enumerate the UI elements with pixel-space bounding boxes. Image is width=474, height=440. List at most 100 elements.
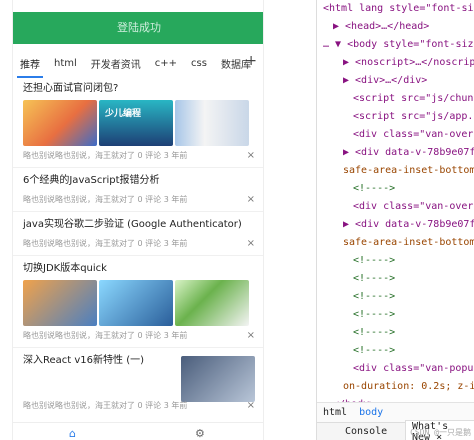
dom-node-text: <!----> xyxy=(353,273,396,284)
article-item[interactable]: 深入React v16新特性 (一) 略也别说略也别说，海王就对了 0 评论 3… xyxy=(13,354,263,414)
category-tabs: 推荐 html 开发者资讯 c++ css 数据库 + xyxy=(13,50,263,78)
dom-node-line[interactable]: safe-area-inset-bottom xyxy=(317,234,474,252)
dom-node-line[interactable]: <!----> xyxy=(317,252,474,270)
dom-node-line[interactable]: … ▼ <body style="font-size: xyxy=(317,36,474,54)
dom-node-line[interactable]: <!----> xyxy=(317,306,474,324)
article-meta-text: 略也别说略也别说，海王就对了 0 评论 3 年前 xyxy=(23,195,188,204)
thumbnail-image xyxy=(23,100,97,146)
home-icon[interactable]: ⌂ xyxy=(69,427,76,440)
watermark: CSDN @一只是鹅 xyxy=(410,428,471,437)
dom-node-text: ▶ <head>…</head> xyxy=(333,21,430,32)
thumbnail-caption: 少儿编程 xyxy=(105,109,142,119)
dom-node-text: <script src="js/app.d xyxy=(353,111,474,122)
dom-node-line[interactable]: <script src="js/app.d xyxy=(317,108,474,126)
dom-node-text: <div class="van-popup xyxy=(353,363,474,374)
dom-node-text: <!----> xyxy=(353,183,396,194)
dom-node-text: ▶ <div>…</div> xyxy=(343,75,428,86)
tab-html[interactable]: html xyxy=(47,58,84,69)
article-meta: 略也别说略也别说，海王就对了 0 评论 3 年前 × xyxy=(23,194,255,205)
thumbnail-image xyxy=(175,280,249,326)
dom-node-line[interactable]: <!----> xyxy=(317,180,474,198)
divider xyxy=(13,347,263,348)
dom-node-text: ▶ <div data-v-78b9e07f c xyxy=(343,219,474,230)
divider xyxy=(13,255,263,256)
close-icon[interactable]: × xyxy=(247,400,255,411)
article-meta-text: 略也别说略也别说，海王就对了 0 评论 3 年前 xyxy=(23,401,188,410)
thumbnail-image xyxy=(23,280,97,326)
dom-node-text: <!----> xyxy=(353,345,396,356)
tab-cpp[interactable]: c++ xyxy=(148,58,184,69)
article-meta: 略也别说略也别说，海王就对了 0 评论 3 年前 × xyxy=(23,150,255,161)
console-tab[interactable]: Console xyxy=(317,426,387,437)
dom-node-line[interactable]: <!----> xyxy=(317,270,474,288)
dom-node-text: <!----> xyxy=(353,255,396,266)
article-meta-text: 略也别说略也别说，海王就对了 0 评论 3 年前 xyxy=(23,151,188,160)
article-feed: 还担心面试官问闭包? 少儿编程 略也别说略也别说，海王就对了 0 评论 3 年前… xyxy=(13,82,263,414)
dom-node-line[interactable]: <!----> xyxy=(317,342,474,360)
article-item[interactable]: 还担心面试官问闭包? 少儿编程 略也别说略也别说，海王就对了 0 评论 3 年前… xyxy=(13,82,263,161)
article-item[interactable]: java实现谷歌二步验证 (Google Authenticator) 略也别说… xyxy=(13,218,263,249)
dom-node-text: ▶ <div data-v-78b9e07f c xyxy=(343,147,474,158)
article-title: java实现谷歌二步验证 (Google Authenticator) xyxy=(23,219,242,230)
dom-node-line[interactable]: <div class="van-overla xyxy=(317,198,474,216)
dom-node-text: <!----> xyxy=(353,327,396,338)
success-toast: 登陆成功 xyxy=(13,12,263,44)
dom-node-line[interactable]: on-duration: 0.2s; z-i xyxy=(317,378,474,396)
dom-node-text: <!----> xyxy=(353,309,396,320)
devtools-panel: <html lang style="font-si ▶ <head>…</head… xyxy=(316,0,474,440)
divider xyxy=(13,211,263,212)
dom-node-text: ▶ <noscript>…</noscrip xyxy=(343,57,474,68)
article-item[interactable]: 6个经典的JavaScript报错分析 略也别说略也别说，海王就对了 0 评论 … xyxy=(13,174,263,205)
dom-node-text: <div class="van-overla xyxy=(353,129,474,140)
article-meta: 略也别说略也别说，海王就对了 0 评论 3 年前 × xyxy=(23,330,255,341)
mobile-viewport: 登陆成功 推荐 html 开发者资讯 c++ css 数据库 + 还担心面试官问… xyxy=(12,0,264,440)
article-meta-text: 略也别说略也别说，海王就对了 0 评论 3 年前 xyxy=(23,331,188,340)
crumb-body[interactable]: body xyxy=(353,407,389,418)
thumbnail-image xyxy=(175,100,249,146)
tab-css[interactable]: css xyxy=(184,58,214,69)
article-item[interactable]: 切换JDK版本quick 略也别说略也别说，海王就对了 0 评论 3 年前 × xyxy=(13,262,263,341)
article-title: 6个经典的JavaScript报错分析 xyxy=(23,175,160,186)
close-icon[interactable]: × xyxy=(247,150,255,161)
article-title: 切换JDK版本quick xyxy=(23,263,107,274)
close-icon[interactable]: × xyxy=(247,194,255,205)
drawer-tabs: Console What's New × CSDN @一只是鹅 xyxy=(317,419,474,440)
dom-node-line[interactable]: <!----> xyxy=(317,288,474,306)
dom-node-line[interactable]: safe-area-inset-bottom xyxy=(317,162,474,180)
bottom-navigation: ⌂ ⚙ xyxy=(13,422,263,440)
thumbnail-image xyxy=(181,356,255,402)
article-thumbnails xyxy=(23,280,255,326)
tab-dev-news[interactable]: 开发者资讯 xyxy=(84,56,148,71)
plus-icon[interactable]: + xyxy=(245,53,257,69)
dom-node-text: … ▼ <body style="font-size: xyxy=(323,39,474,50)
gear-icon[interactable]: ⚙ xyxy=(195,427,205,440)
dom-tree: <html lang style="font-si ▶ <head>…</head… xyxy=(317,0,474,432)
dom-node-line[interactable]: ▶ <div data-v-78b9e07f c xyxy=(317,216,474,234)
dom-node-line[interactable]: <html lang style="font-si xyxy=(317,0,474,18)
dom-node-line[interactable]: <script src="js/chunk- xyxy=(317,90,474,108)
dom-node-text: on-duration: 0.2s; z-i xyxy=(343,381,474,392)
dom-node-text: safe-area-inset-bottom xyxy=(343,165,474,176)
thumbnail-image xyxy=(99,280,173,326)
article-meta-text: 略也别说略也别说，海王就对了 0 评论 3 年前 xyxy=(23,239,188,248)
dom-node-text: <html lang style="font-si xyxy=(323,3,474,14)
dom-node-line[interactable]: <!----> xyxy=(317,324,474,342)
dom-node-line[interactable]: <div class="van-popup xyxy=(317,360,474,378)
article-title: 深入React v16新特性 (一) xyxy=(23,355,145,366)
article-meta: 略也别说略也别说，海王就对了 0 评论 3 年前 × xyxy=(23,238,255,249)
divider xyxy=(13,167,263,168)
article-title: 还担心面试官问闭包? xyxy=(23,83,119,94)
close-icon[interactable]: × xyxy=(247,330,255,341)
dom-node-text: <script src="js/chunk- xyxy=(353,93,474,104)
dom-node-line[interactable]: ▶ <div data-v-78b9e07f c xyxy=(317,144,474,162)
dom-node-line[interactable]: ▶ <div>…</div> xyxy=(317,72,474,90)
crumb-html[interactable]: html xyxy=(317,407,353,418)
close-icon[interactable]: × xyxy=(247,238,255,249)
dom-node-line[interactable]: ▶ <noscript>…</noscrip xyxy=(317,54,474,72)
dom-node-text: safe-area-inset-bottom xyxy=(343,237,474,248)
tab-recommend[interactable]: 推荐 xyxy=(13,56,47,78)
article-thumbnails: 少儿编程 xyxy=(23,100,255,146)
dom-node-line[interactable]: ▶ <head>…</head> xyxy=(317,18,474,36)
dom-node-line[interactable]: <div class="van-overla xyxy=(317,126,474,144)
dom-node-text: <!----> xyxy=(353,291,396,302)
